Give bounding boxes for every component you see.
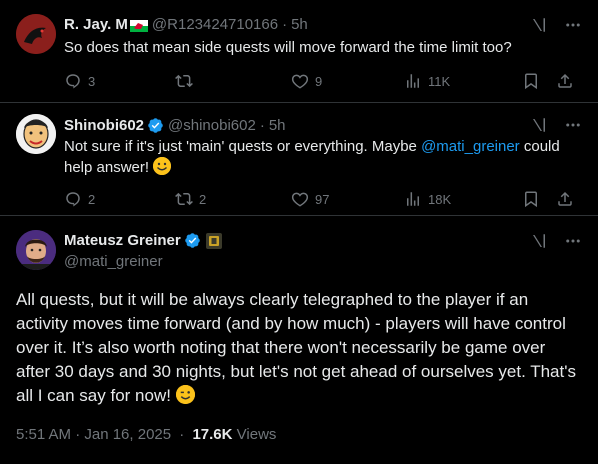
verified-badge-icon [184,232,201,249]
tweet-top-icons [530,116,582,134]
like-count: 9 [315,73,323,89]
handle[interactable]: @R123424710166 [152,16,278,33]
main-tweet: Mateusz Greiner @mati_greiner All quests… [0,216,598,464]
like-count: 97 [315,191,330,207]
tweet-top-icons [530,16,582,34]
avatar[interactable] [16,114,56,154]
tweet-actions: 2 2 97 18K [64,189,584,209]
display-name[interactable]: R. Jay. M [64,16,128,33]
separator-dot: · [282,16,288,33]
handle[interactable]: @mati_greiner [64,253,163,270]
reply-button[interactable]: 3 [64,72,175,90]
avatar[interactable] [16,230,56,270]
mention-link[interactable]: @mati_greiner [421,138,520,155]
heart-icon [291,192,309,207]
like-button[interactable]: 97 [291,190,404,208]
bookmark-icon[interactable] [522,190,540,208]
tweet-text: Not sure if it's just 'main' quests or e… [64,137,584,178]
reply-icon [66,74,80,89]
tweet-top-icons [530,232,582,250]
wales-flag-icon [129,19,148,32]
tweet-text: All quests, but it will be always clearl… [16,288,582,408]
handle[interactable]: @shinobi602 [168,117,256,134]
shinobi-avatar-icon [16,114,56,154]
tweet-header: R. Jay. M @R123424710166 · 5h [64,16,308,33]
reply-tweet-1[interactable]: R. Jay. M @R123424710166 · 5h So does th… [0,0,598,108]
views-count: 17.6K [192,426,233,443]
tweet-header: Mateusz Greiner [64,232,222,249]
reply-button[interactable]: 2 [64,190,175,208]
views-label: Views [236,426,277,443]
share-icon[interactable] [556,190,574,208]
display-name[interactable]: Shinobi602 [64,117,144,134]
grok-icon[interactable] [530,116,548,134]
display-name[interactable]: Mateusz Greiner [64,232,181,249]
analytics-icon [407,192,419,206]
mateusz-avatar-icon [16,230,56,270]
tweet-text-body: All quests, but it will be always clearl… [16,290,576,405]
more-options-icon[interactable] [564,16,582,34]
tweet-text-part: Not sure if it's just 'main' quests or e… [64,138,422,155]
timestamp[interactable]: 5h [291,16,308,33]
separator-dot: · [259,117,265,134]
tweet-header: Shinobi602 @shinobi602 · 5h [64,117,286,134]
timestamp[interactable]: 5h [269,117,286,134]
like-button[interactable]: 9 [291,72,404,90]
views-button[interactable]: 18K [404,190,516,208]
retweet-icon [175,192,193,206]
more-options-icon[interactable] [564,116,582,134]
retweet-button[interactable]: 2 [175,190,291,208]
affiliate-badge-icon[interactable] [205,232,222,249]
raven-avatar-icon [16,14,56,54]
smiling-face-emoji-icon [153,157,172,175]
post-timestamp[interactable]: 5:51 AM · Jan 16, 2025 [16,426,171,443]
heart-icon [291,74,309,89]
grok-icon[interactable] [530,232,548,250]
reply-count: 2 [88,191,96,207]
share-icon[interactable] [556,72,574,90]
reply-tweet-2[interactable]: Shinobi602 @shinobi602 · 5h Not sure if … [0,103,598,216]
retweet-count: 2 [199,191,207,207]
separator-dot: · [179,426,185,443]
analytics-icon [407,74,419,88]
tweet-text: So does that mean side quests will move … [64,39,512,56]
reply-icon [66,192,80,207]
views-button[interactable]: 11K [404,72,516,90]
tweet-actions: 3 9 11K [64,71,584,91]
more-options-icon[interactable] [564,232,582,250]
avatar[interactable] [16,14,56,54]
verified-badge-icon [147,117,164,134]
retweet-button[interactable] [175,72,291,90]
tweet-meta: 5:51 AM · Jan 16, 2025 · 17.6K Views [16,426,276,443]
winking-face-emoji-icon [175,385,195,404]
views-count: 11K [428,73,451,89]
grok-icon[interactable] [530,16,548,34]
reply-count: 3 [88,73,96,89]
views-count: 18K [428,191,452,207]
bookmark-icon[interactable] [522,72,540,90]
retweet-icon [175,74,193,88]
